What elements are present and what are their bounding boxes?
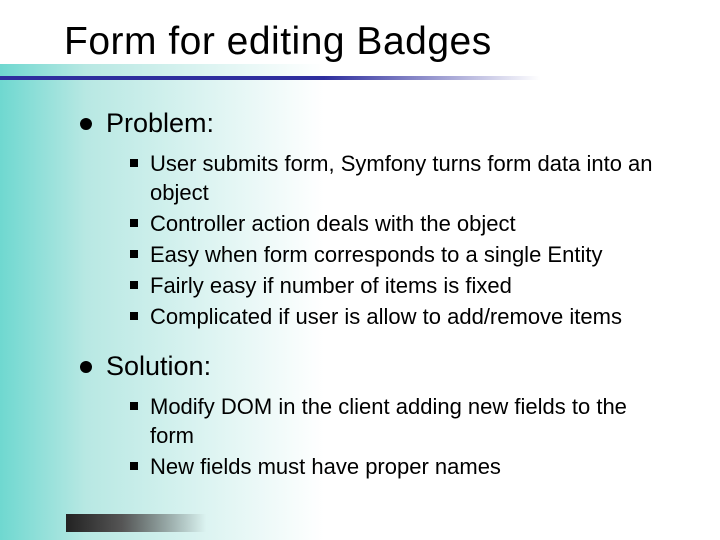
list-item-text: Complicated if user is allow to add/remo…: [150, 302, 622, 331]
list-item: Complicated if user is allow to add/remo…: [130, 302, 670, 331]
bullet-square-icon: [130, 312, 138, 320]
slide: Form for editing Badges Problem: User su…: [0, 0, 720, 540]
list-item-text: Controller action deals with the object: [150, 209, 516, 238]
bullet-disc-icon: [80, 118, 92, 130]
list-item: Controller action deals with the object: [130, 209, 670, 238]
slide-content: Problem: User submits form, Symfony turn…: [0, 80, 720, 501]
slide-title: Form for editing Badges: [64, 20, 720, 64]
list-item: Easy when form corresponds to a single E…: [130, 240, 670, 269]
footer-decoration: [66, 514, 206, 532]
section-heading: Solution:: [80, 351, 670, 382]
section-list: User submits form, Symfony turns form da…: [80, 145, 670, 351]
bullet-square-icon: [130, 281, 138, 289]
section-heading: Problem:: [80, 108, 670, 139]
bullet-disc-icon: [80, 361, 92, 373]
list-item-text: User submits form, Symfony turns form da…: [150, 149, 670, 207]
bullet-square-icon: [130, 250, 138, 258]
list-item: Modify DOM in the client adding new fiel…: [130, 392, 670, 450]
list-item-text: Easy when form corresponds to a single E…: [150, 240, 602, 269]
bullet-square-icon: [130, 219, 138, 227]
list-item-text: Modify DOM in the client adding new fiel…: [150, 392, 670, 450]
bullet-square-icon: [130, 159, 138, 167]
list-item: Fairly easy if number of items is fixed: [130, 271, 670, 300]
section-label: Solution:: [106, 351, 211, 382]
list-item: New fields must have proper names: [130, 452, 670, 481]
bullet-square-icon: [130, 402, 138, 410]
list-item: User submits form, Symfony turns form da…: [130, 149, 670, 207]
list-item-text: Fairly easy if number of items is fixed: [150, 271, 512, 300]
bullet-square-icon: [130, 462, 138, 470]
title-area: Form for editing Badges: [0, 0, 720, 64]
section-label: Problem:: [106, 108, 214, 139]
list-item-text: New fields must have proper names: [150, 452, 501, 481]
section-list: Modify DOM in the client adding new fiel…: [80, 388, 670, 501]
